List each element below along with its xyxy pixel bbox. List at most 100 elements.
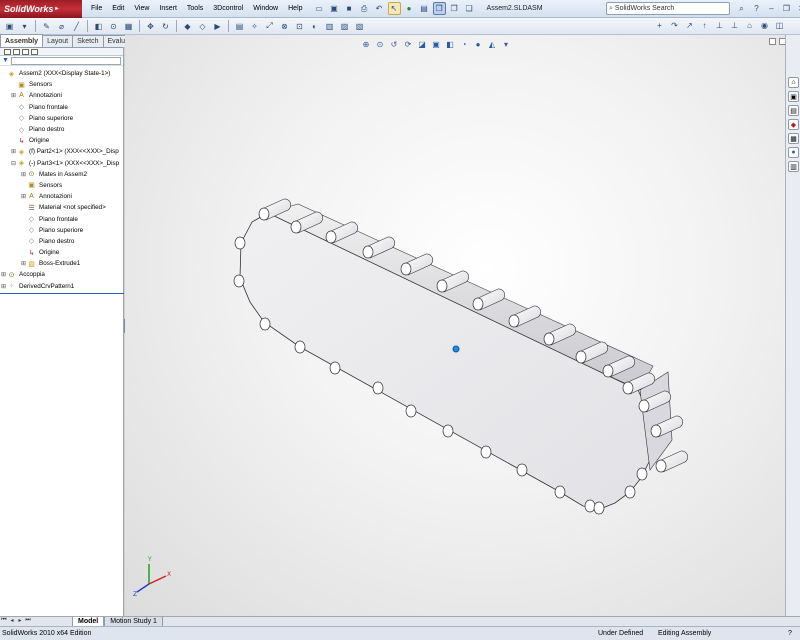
- tab-assembly[interactable]: Assembly: [0, 34, 44, 47]
- property-manager-tab-icon[interactable]: [13, 48, 20, 55]
- tree-item[interactable]: ◇ Piano superiore: [0, 113, 124, 124]
- instant-3d-icon[interactable]: ▨: [338, 20, 351, 33]
- pattern-icon[interactable]: ▦: [122, 20, 135, 33]
- arc-icon[interactable]: ↷: [668, 19, 681, 32]
- align-icon[interactable]: ⊥: [713, 19, 726, 32]
- spline-icon[interactable]: ↗: [683, 19, 696, 32]
- toggle-icon[interactable]: ⊡: [293, 20, 306, 33]
- edit-component-icon[interactable]: ▥: [323, 20, 336, 33]
- help-icon[interactable]: ?: [750, 2, 763, 15]
- tree-item[interactable]: ⊞ A Annotazioni: [0, 90, 124, 101]
- tree-filter-input[interactable]: [10, 56, 121, 65]
- expand-toggle-icon[interactable]: ⊞: [20, 193, 27, 200]
- tree-item[interactable]: ▣ Sensors: [0, 79, 124, 90]
- expand-toggle-icon[interactable]: ⊞: [20, 260, 27, 267]
- search-input[interactable]: ⌕ SolidWorks Search: [606, 2, 730, 15]
- menu-insert[interactable]: Insert: [154, 5, 182, 12]
- file-explorer-icon[interactable]: ▤: [788, 105, 799, 116]
- expand-toggle-icon[interactable]: ⊟: [10, 160, 17, 167]
- home-icon[interactable]: ⌂: [743, 19, 756, 32]
- minimize-icon[interactable]: –: [765, 2, 778, 15]
- bill-of-materials-icon[interactable]: ▤: [233, 20, 246, 33]
- prev-tab-icon[interactable]: ◂: [8, 617, 16, 624]
- window-tile-icon[interactable]: ❐: [432, 2, 446, 15]
- tree-item[interactable]: ⊞ A Annotazioni: [0, 191, 124, 202]
- menu-file[interactable]: File: [86, 5, 107, 12]
- fix-icon[interactable]: ⊥: [728, 19, 741, 32]
- bulb-icon[interactable]: ◉: [758, 19, 771, 32]
- open-icon[interactable]: ▣: [3, 20, 16, 33]
- restore-icon[interactable]: ❐: [780, 2, 793, 15]
- tree-item[interactable]: ↳ Origine: [0, 247, 124, 258]
- open-folder-icon[interactable]: ▣: [328, 2, 341, 15]
- selection-filter-icon[interactable]: ◫: [773, 19, 786, 32]
- appearances-icon[interactable]: ●: [788, 147, 799, 158]
- smart-dimension-icon[interactable]: ⌀: [55, 20, 68, 33]
- point-icon[interactable]: +: [653, 19, 666, 32]
- menu-view[interactable]: View: [129, 5, 154, 12]
- search-options-icon[interactable]: ⌕: [735, 2, 748, 15]
- rollback-bar[interactable]: [0, 293, 124, 294]
- recent-icon[interactable]: ▾: [18, 20, 31, 33]
- display-manager-tab-icon[interactable]: [31, 48, 38, 55]
- mate-icon[interactable]: ⊙: [107, 20, 120, 33]
- solidworks-resources-icon[interactable]: ⌂: [788, 77, 799, 88]
- graphics-area[interactable]: ⊕ ⊙ ↺ ⟳ ◪ ▣ ◧ ◔ ● ◭ ▾ Y X Z: [125, 35, 785, 616]
- first-tab-icon[interactable]: ⏮: [0, 617, 8, 624]
- reference-geometry-icon[interactable]: ◇: [196, 20, 209, 33]
- tree-item[interactable]: ↳ Origine: [0, 135, 124, 146]
- window-cascade-icon[interactable]: ❐: [448, 2, 461, 15]
- tree-item[interactable]: ◇ Piano destro: [0, 236, 124, 247]
- design-library-icon[interactable]: ▣: [788, 91, 799, 102]
- options-icon[interactable]: ▤: [418, 2, 431, 15]
- expand-toggle-icon[interactable]: ⊞: [10, 148, 17, 155]
- tree-item[interactable]: ◇ Piano frontale: [0, 213, 124, 224]
- menu-help[interactable]: Help: [283, 5, 307, 12]
- move-component-icon[interactable]: ✥: [144, 20, 157, 33]
- tree-item[interactable]: ⊞ ◈ (f) Part2<1> (XXX<<XXX>_Disp: [0, 146, 124, 157]
- close-icon[interactable]: ✕: [795, 2, 800, 15]
- menu-3dcontrol[interactable]: 3Dcontrol: [208, 5, 248, 12]
- feature-tree-tab-icon[interactable]: [4, 48, 11, 55]
- expand-toggle-icon[interactable]: ⊞: [0, 271, 7, 278]
- line-icon[interactable]: ╱: [70, 20, 83, 33]
- arrow-up-icon[interactable]: ↑: [698, 19, 711, 32]
- tree-item[interactable]: ◈ Assem2 (XXX<Display State-1>): [0, 68, 124, 79]
- tab-sketch[interactable]: Sketch: [72, 35, 104, 47]
- tree-item[interactable]: ▣ Sensors: [0, 180, 124, 191]
- print-icon[interactable]: ⎙: [358, 2, 371, 15]
- tree-item[interactable]: ⊞ ⊙ Accoppia: [0, 269, 124, 280]
- sketch-icon[interactable]: ✎: [40, 20, 53, 33]
- tree-item[interactable]: ☰ Material <not specified>: [0, 202, 124, 213]
- filter-icon[interactable]: ▼: [2, 57, 9, 64]
- expand-toggle-icon[interactable]: ⊞: [10, 92, 17, 99]
- insert-component-icon[interactable]: ◧: [92, 20, 105, 33]
- search-results-icon[interactable]: ◆: [788, 119, 799, 130]
- tab-layout[interactable]: Layout: [42, 35, 74, 47]
- menu-tools[interactable]: Tools: [182, 5, 208, 12]
- interference-detection-icon[interactable]: ⊗: [278, 20, 291, 33]
- window-arrange-icon[interactable]: ❏: [463, 2, 476, 15]
- smart-fasteners-icon[interactable]: ▧: [353, 20, 366, 33]
- configuration-tab-icon[interactable]: [22, 48, 29, 55]
- tree-item[interactable]: ⊞ ▨ Boss-Extrude1: [0, 258, 124, 269]
- rebuild-icon[interactable]: ●: [403, 2, 416, 15]
- hide-show-icon[interactable]: ◐: [308, 20, 321, 33]
- chain-assembly-model[interactable]: [233, 198, 689, 515]
- rotate-component-icon[interactable]: ↻: [159, 20, 172, 33]
- expand-toggle-icon[interactable]: ⊞: [0, 283, 7, 290]
- menu-window[interactable]: Window: [248, 5, 283, 12]
- solidworks-logo[interactable]: SolidWorks ▸: [0, 0, 82, 18]
- select-arrow-icon[interactable]: ↖: [387, 2, 401, 15]
- exploded-view-icon[interactable]: ✧: [248, 20, 261, 33]
- tree-item[interactable]: ⊞ ⊙ Mates in Assem2: [0, 169, 124, 180]
- tree-item[interactable]: ⊟ ◈ (-) Part3<1> (XXX<<XXX>_Disp: [0, 158, 124, 169]
- tree-item[interactable]: ◇ Piano frontale: [0, 102, 124, 113]
- undo-icon[interactable]: ↶: [373, 2, 386, 15]
- next-tab-icon[interactable]: ▸: [16, 617, 24, 624]
- menu-edit[interactable]: Edit: [107, 5, 129, 12]
- new-document-icon[interactable]: ▭: [313, 2, 326, 15]
- last-tab-icon[interactable]: ⏭: [24, 617, 32, 624]
- explode-line-icon[interactable]: ⤢: [263, 20, 276, 33]
- status-help-icon[interactable]: ?: [788, 630, 800, 637]
